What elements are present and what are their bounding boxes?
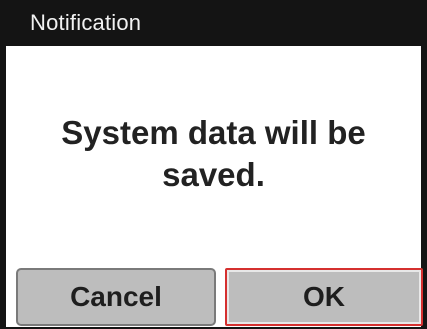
cancel-button[interactable]: Cancel (16, 268, 216, 326)
dialog-titlebar: Notification (6, 0, 421, 46)
ok-button[interactable]: OK (225, 268, 423, 326)
dialog-message: System data will be saved. (61, 114, 366, 193)
dialog-title: Notification (30, 10, 142, 35)
notification-dialog: Notification System data will be saved. … (0, 0, 427, 329)
